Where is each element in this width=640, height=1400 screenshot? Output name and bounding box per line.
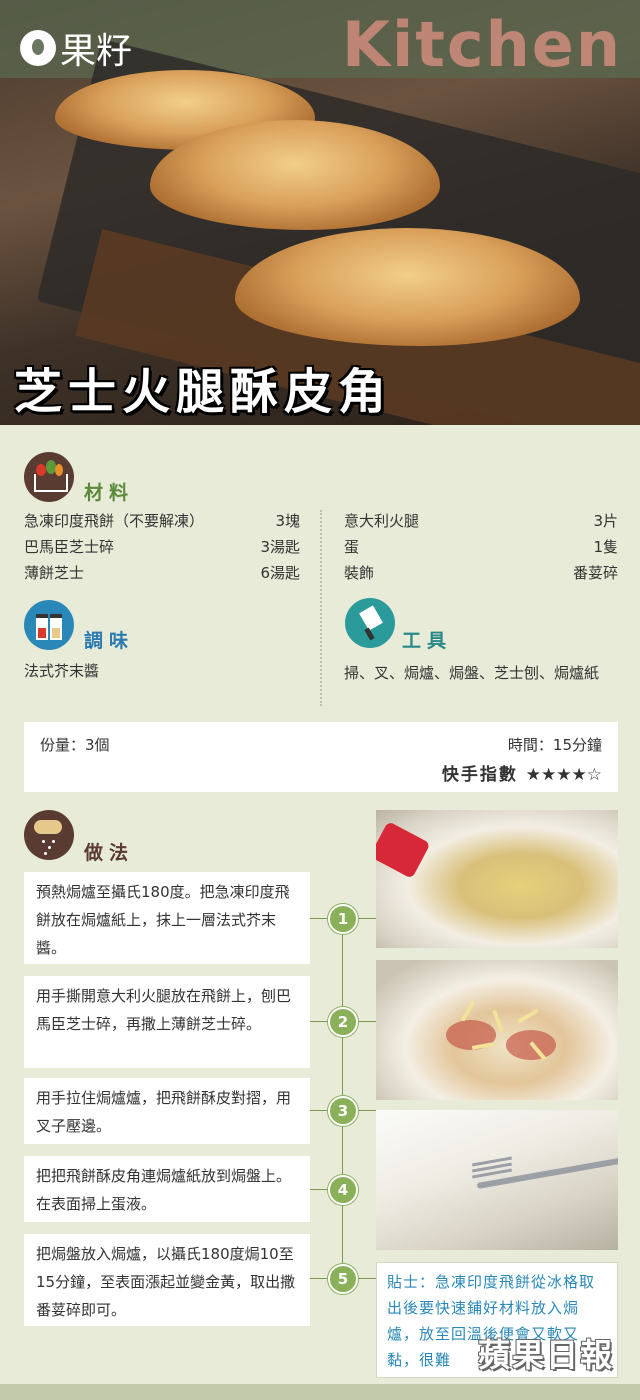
ingredient-name: 巴馬臣芝士碎 (24, 538, 115, 556)
ingredient-name: 意大利火腿 (344, 512, 420, 530)
newspaper-watermark: 蘋果日報 (478, 1336, 615, 1374)
logo-icon (20, 30, 56, 66)
tools-heading: 工具 (402, 630, 453, 652)
cleaver-icon (345, 598, 395, 648)
ingredient-qty: 3湯匙 (260, 538, 300, 556)
ingredient-name: 裝飾 (344, 564, 375, 582)
step-number: 1 (328, 904, 358, 934)
method-heading: 做法 (84, 842, 135, 864)
vegetable-basket-icon (24, 452, 74, 502)
ingredients-heading: 材料 (84, 482, 135, 504)
ingredient-qty: 1隻 (593, 538, 618, 556)
sprinkle-hand-icon (24, 810, 74, 860)
quick-label: 快手指數 (441, 765, 518, 785)
step-number: 3 (328, 1096, 358, 1126)
quick-rating: 快手指數 ★★★★☆ (442, 760, 602, 785)
step-card: 預熱焗爐至攝氏180度。把急凍印度飛餅放在焗爐紙上，抹上一層法式芥末醬。 (24, 872, 310, 964)
ingredient-name: 蛋 (344, 538, 360, 556)
hero-photo: 果籽 Kitchen 芝士火腿酥皮角 (0, 0, 640, 425)
ingredient-qty: 番荽碎 (572, 564, 618, 582)
step-card: 把焗盤放入焗爐，以攝氏180度焗10至15分鐘，至表面漲起並變金黃，取出撒番荽碎… (24, 1234, 310, 1326)
ingredient-qty: 3塊 (275, 512, 300, 530)
cook-time: 時間：15分鐘 (507, 736, 602, 754)
column-divider (320, 510, 322, 706)
ingredient-qty: 3片 (593, 512, 618, 530)
recipe-card: { "header": { "logo_text": "果籽", "brand_… (0, 0, 640, 1400)
footer-bar (0, 1384, 640, 1400)
step-number: 5 (328, 1264, 358, 1294)
info-box: 份量：3個 時間：15分鐘 快手指數 ★★★★☆ (24, 722, 618, 792)
step-2-photo (376, 960, 618, 1100)
step-number: 4 (328, 1175, 358, 1205)
seasoning-heading: 調味 (84, 630, 135, 652)
tools-text: 掃、叉、焗爐、焗盤、芝士刨、焗爐紙 (344, 664, 600, 682)
spatula (376, 821, 431, 879)
dish-title: 芝士火腿酥皮角 (14, 364, 393, 420)
servings: 份量：3個 (40, 736, 110, 754)
kitchen-wordmark: Kitchen (341, 8, 622, 81)
brand-logo: 果籽 (20, 22, 132, 74)
rating-stars: ★★★★☆ (525, 765, 602, 785)
seasoning-text: 法式芥末醬 (24, 662, 100, 680)
step-card: 用手撕開意大利火腿放在飛餅上，刨巴馬臣芝士碎，再撒上薄餅芝士碎。 (24, 976, 310, 1068)
ingredient-name: 急凍印度飛餅（不要解凍） (24, 512, 205, 530)
spice-jars-icon (24, 600, 74, 650)
step-3-photo (376, 1110, 618, 1250)
ingredient-qty: 6湯匙 (260, 564, 300, 582)
step-card: 把把飛餅酥皮角連焗爐紙放到焗盤上。在表面掃上蛋液。 (24, 1156, 310, 1222)
step-card: 用手拉住焗爐爐，把飛餅酥皮對摺，用叉子壓邊。 (24, 1078, 310, 1144)
step-number: 2 (328, 1007, 358, 1037)
step-1-photo (376, 810, 618, 948)
logo-text: 果籽 (60, 31, 133, 72)
ingredient-name: 薄餅芝士 (24, 564, 85, 582)
